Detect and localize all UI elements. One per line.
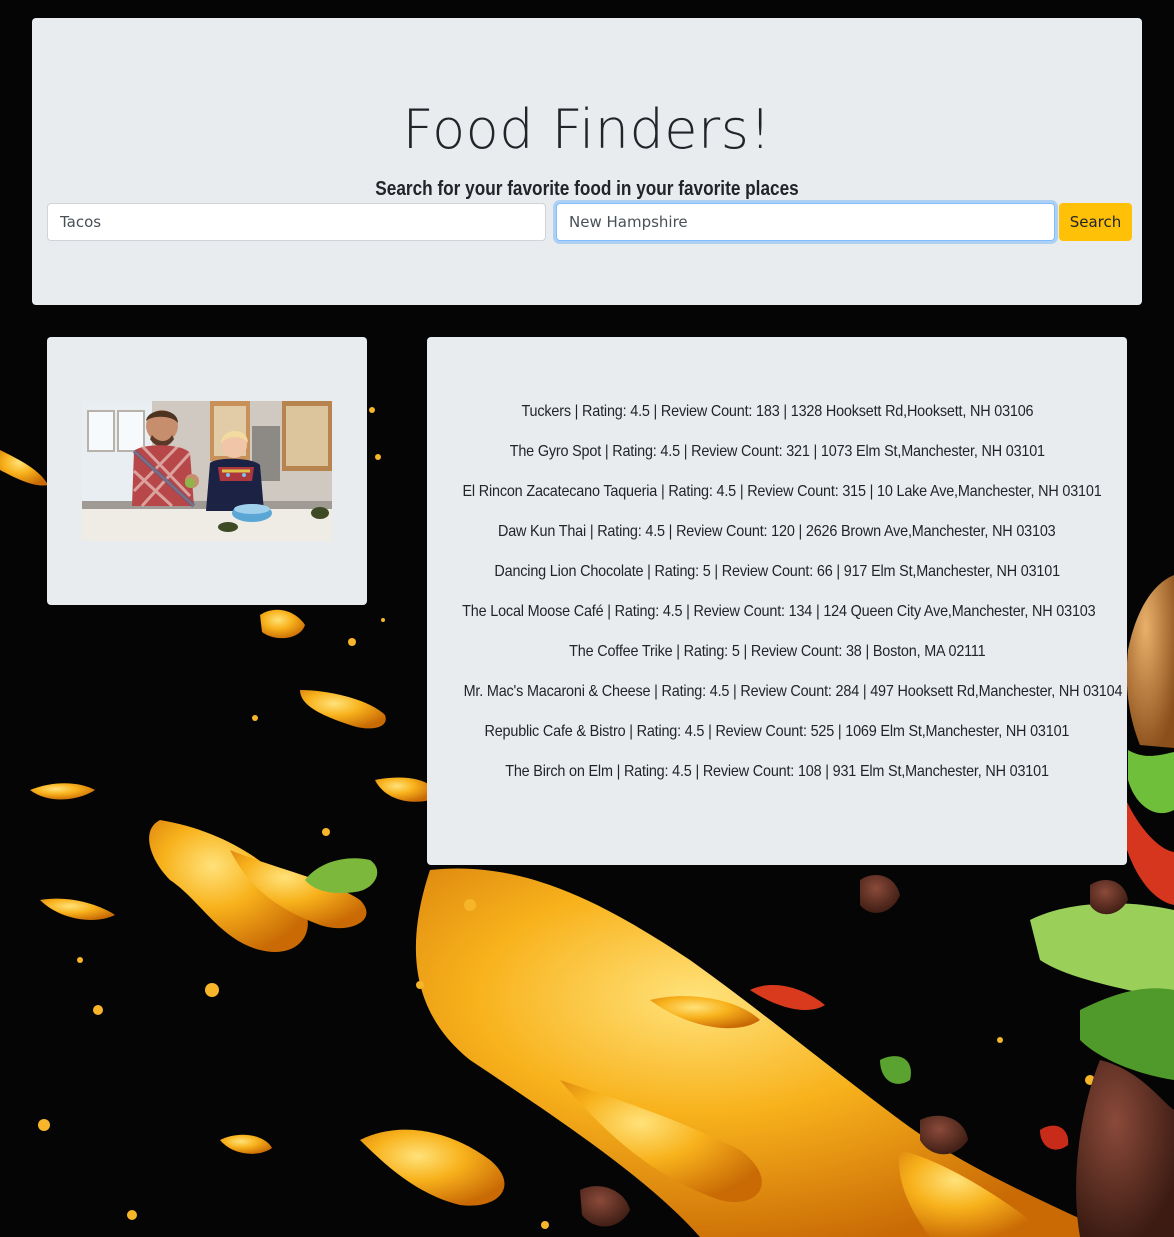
- results-card: Tuckers | Rating: 4.5 | Review Count: 18…: [427, 337, 1127, 865]
- header-jumbotron: Food Finders! Search for your favorite f…: [32, 18, 1142, 305]
- page-subtitle: Search for your favorite food in your fa…: [375, 178, 799, 200]
- result-item: El Rincon Zacatecano Taqueria | Rating: …: [427, 479, 1127, 519]
- results-list: Tuckers | Rating: 4.5 | Review Count: 18…: [427, 399, 1127, 799]
- result-item: The Coffee Trike | Rating: 5 | Review Co…: [427, 639, 1127, 679]
- result-item: The Gyro Spot | Rating: 4.5 | Review Cou…: [427, 439, 1127, 479]
- location-search-input[interactable]: [556, 203, 1055, 241]
- search-button[interactable]: Search: [1059, 203, 1132, 241]
- result-item: The Birch on Elm | Rating: 4.5 | Review …: [427, 759, 1127, 799]
- result-item: Republic Cafe & Bistro | Rating: 4.5 | R…: [427, 719, 1127, 759]
- result-item: Tuckers | Rating: 4.5 | Review Count: 18…: [427, 399, 1127, 439]
- result-item: The Local Moose Café | Rating: 4.5 | Rev…: [427, 599, 1127, 639]
- result-text: The Birch on Elm | Rating: 4.5 | Review …: [505, 763, 1049, 780]
- result-text: Daw Kun Thai | Rating: 4.5 | Review Coun…: [498, 523, 1056, 540]
- result-item: Daw Kun Thai | Rating: 4.5 | Review Coun…: [427, 519, 1127, 559]
- result-text: The Local Moose Café | Rating: 4.5 | Rev…: [462, 603, 1096, 620]
- food-search-input[interactable]: [47, 203, 546, 241]
- page-title: Food Finders!: [402, 98, 772, 161]
- gif-card: [47, 337, 367, 605]
- cooking-gif-image: [82, 401, 332, 541]
- result-text: Tuckers | Rating: 4.5 | Review Count: 18…: [521, 403, 1033, 420]
- result-text: Mr. Mac's Macaroni & Cheese | Rating: 4.…: [463, 683, 1123, 700]
- result-item: Dancing Lion Chocolate | Rating: 5 | Rev…: [427, 559, 1127, 599]
- result-text: The Gyro Spot | Rating: 4.5 | Review Cou…: [509, 443, 1045, 460]
- result-text: Dancing Lion Chocolate | Rating: 5 | Rev…: [494, 563, 1060, 580]
- result-text: Republic Cafe & Bistro | Rating: 4.5 | R…: [484, 723, 1070, 740]
- result-item: Mr. Mac's Macaroni & Cheese | Rating: 4.…: [427, 679, 1127, 719]
- result-text: El Rincon Zacatecano Taqueria | Rating: …: [462, 483, 1102, 500]
- result-text: The Coffee Trike | Rating: 5 | Review Co…: [568, 643, 986, 660]
